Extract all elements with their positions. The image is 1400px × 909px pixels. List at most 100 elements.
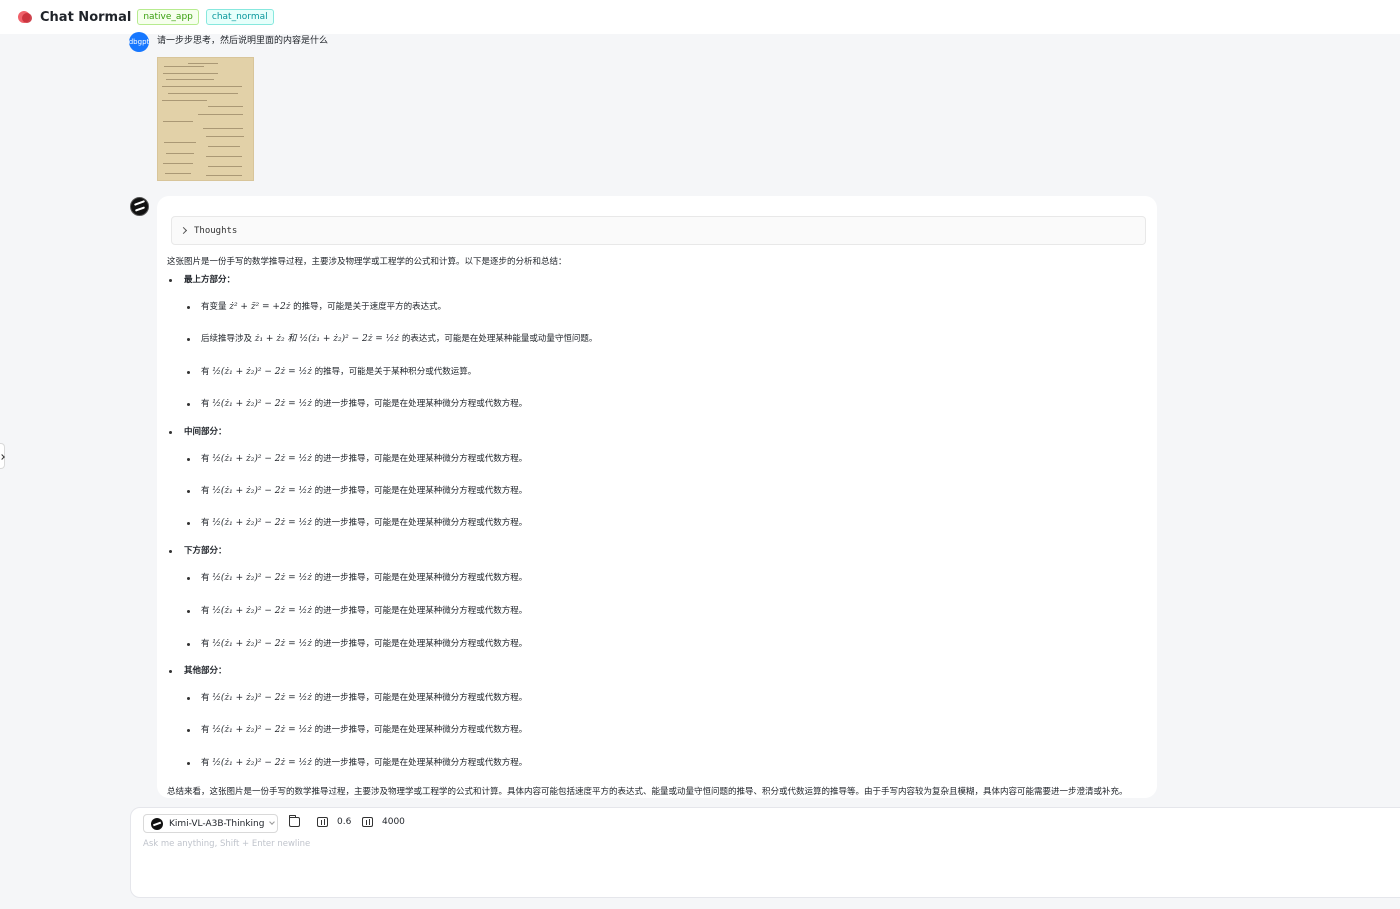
app-title: Chat Normal (40, 9, 132, 25)
bullet-icon (187, 522, 190, 525)
folder-upload-icon[interactable] (289, 815, 300, 827)
bullet-icon (169, 670, 172, 673)
math-formula: ½(ż₁ + ż₂)² − 2ż = ½ż (212, 573, 312, 583)
math-formula: ½(ż₁ + ż₂)² − 2ż = ½ż (212, 639, 312, 649)
math-formula: ½(ż₁ + ż₂)² − 2ż = ½ż (212, 606, 312, 616)
bullet-icon (187, 338, 190, 341)
math-formula: ½(ż₁ + ż₂)² − 2ż = ½ż (212, 399, 312, 409)
thoughts-toggle[interactable]: Thoughts (171, 216, 1146, 245)
chevron-down-icon (269, 819, 276, 825)
list-item: 有 ½(ż₁ + ż₂)² − 2ż = ½ż 的进一步推导，可能是在处理某种微… (201, 571, 527, 585)
tag-chat-normal: chat_normal (205, 9, 274, 25)
user-message-text: 请一步步思考，然后说明里面的内容是什么 (157, 36, 329, 46)
math-formula: ½(ż₁ + ż₂)² − 2ż = ½ż (212, 454, 312, 464)
list-item: 有 ½(ż₁ + ż₂)² − 2ż = ½ż 的进一步推导，可能是在处理某种微… (201, 397, 527, 411)
model-select[interactable]: Kimi-VL-A3B-Thinking (143, 814, 278, 833)
model-logo-icon (151, 817, 163, 830)
bullet-icon (187, 490, 190, 493)
bullet-icon (187, 762, 190, 765)
bullet-icon (169, 431, 172, 434)
chat-composer: Kimi-VL-A3B-Thinking 0.6 4000 Ask me any… (130, 807, 1400, 898)
answer-intro: 这张图片是一份手写的数学推导过程，主要涉及物理学或工程学的公式和计算。以下是逐步… (167, 257, 567, 267)
list-item: 有 ½(ż₁ + ż₂)² − 2ż = ½ż 的进一步推导，可能是在处理某种微… (201, 756, 527, 770)
item-text: 的进一步推导，可能是在处理某种微分方程或代数方程。 (311, 758, 528, 768)
bullet-icon (187, 458, 190, 461)
item-text: 有变量 (201, 302, 230, 312)
section-title: 最上方部分： (184, 275, 236, 285)
bullet-icon (187, 371, 190, 374)
item-text: 的进一步推导，可能是在处理某种微分方程或代数方程。 (311, 606, 528, 616)
assistant-avatar-icon (130, 197, 149, 216)
item-text: 后续推导涉及 (201, 334, 255, 344)
item-text: 有 (201, 693, 213, 703)
math-formula: ż² + z̈² = +2ż (229, 302, 291, 312)
item-text: 有 (201, 606, 213, 616)
item-text: 有 (201, 367, 213, 377)
sidebar-expand-handle[interactable] (0, 443, 5, 469)
item-text: 有 (201, 454, 213, 464)
item-text: 的表达式，可能是在处理某种能量或动量守恒问题。 (399, 334, 598, 344)
tag-native-app: native_app (137, 9, 199, 25)
list-item: 有变量 ż² + z̈² = +2ż 的推导，可能是关于速度平方的表达式。 (201, 300, 446, 314)
chevron-right-icon (179, 226, 188, 235)
item-text: 的进一步推导，可能是在处理某种微分方程或代数方程。 (311, 454, 528, 464)
item-text: 的进一步推导，可能是在处理某种微分方程或代数方程。 (311, 693, 528, 703)
bullet-icon (187, 697, 190, 700)
max-tokens-icon[interactable] (362, 817, 373, 827)
list-item: 有 ½(ż₁ + ż₂)² − 2ż = ½ż 的进一步推导，可能是在处理某种微… (201, 452, 527, 466)
math-formula: ż₁ + ż₂ 和 ½(ż₁ + ż₂)² − 2ż = ½ż (254, 334, 400, 344)
math-formula: ½(ż₁ + ż₂)² − 2ż = ½ż (212, 367, 312, 377)
item-text: 的进一步推导，可能是在处理某种微分方程或代数方程。 (311, 725, 528, 735)
math-formula: ½(ż₁ + ż₂)² − 2ż = ½ż (212, 518, 312, 528)
assistant-message-card: Thoughts 这张图片是一份手写的数学推导过程，主要涉及物理学或工程学的公式… (157, 196, 1157, 798)
temperature-value[interactable]: 0.6 (337, 817, 351, 827)
item-text: 的进一步推导，可能是在处理某种微分方程或代数方程。 (311, 639, 528, 649)
item-text: 有 (201, 725, 213, 735)
bullet-icon (187, 577, 190, 580)
list-item: 有 ½(ż₁ + ż₂)² − 2ż = ½ż 的推导，可能是关于某种积分或代数… (201, 365, 476, 379)
answer-summary: 总结来看，这张图片是一份手写的数学推导过程，主要涉及物理学或工程学的公式和计算。… (167, 787, 1128, 797)
bullet-icon (169, 279, 172, 282)
section-title: 中间部分： (184, 427, 227, 437)
list-item: 有 ½(ż₁ + ż₂)² − 2ż = ½ż 的进一步推导，可能是在处理某种微… (201, 604, 527, 618)
item-text: 有 (201, 486, 213, 496)
math-formula: ½(ż₁ + ż₂)² − 2ż = ½ż (212, 486, 312, 496)
item-text: 的进一步推导，可能是在处理某种微分方程或代数方程。 (311, 518, 528, 528)
item-text: 的推导，可能是关于速度平方的表达式。 (290, 302, 447, 312)
list-item: 有 ½(ż₁ + ż₂)² − 2ż = ½ż 的进一步推导，可能是在处理某种微… (201, 723, 527, 737)
attached-handwriting-image[interactable] (157, 57, 254, 181)
section-title: 其他部分： (184, 666, 227, 676)
list-item: 有 ½(ż₁ + ż₂)² − 2ż = ½ż 的进一步推导，可能是在处理某种微… (201, 516, 527, 530)
item-text: 的进一步推导，可能是在处理某种微分方程或代数方程。 (311, 486, 528, 496)
math-formula: ½(ż₁ + ż₂)² − 2ż = ½ż (212, 725, 312, 735)
list-item: 有 ½(ż₁ + ż₂)² − 2ż = ½ż 的进一步推导，可能是在处理某种微… (201, 637, 527, 651)
app-header: Chat Normal native_app chat_normal (0, 0, 1400, 34)
model-name: Kimi-VL-A3B-Thinking (169, 818, 265, 829)
bullet-icon (187, 403, 190, 406)
item-text: 有 (201, 399, 213, 409)
bullet-icon (187, 729, 190, 732)
list-item: 有 ½(ż₁ + ż₂)² − 2ż = ½ż 的进一步推导，可能是在处理某种微… (201, 484, 527, 498)
item-text: 有 (201, 518, 213, 528)
item-text: 的进一步推导，可能是在处理某种微分方程或代数方程。 (311, 573, 528, 583)
list-item: 后续推导涉及 ż₁ + ż₂ 和 ½(ż₁ + ż₂)² − 2ż = ½ż 的… (201, 332, 597, 346)
chat-input[interactable]: Ask me anything, Shift + Enter newline (143, 839, 310, 849)
math-formula: ½(ż₁ + ż₂)² − 2ż = ½ż (212, 758, 312, 768)
item-text: 有 (201, 573, 213, 583)
math-formula: ½(ż₁ + ż₂)² − 2ż = ½ż (212, 693, 312, 703)
bullet-icon (187, 643, 190, 646)
user-avatar: dbgpt (129, 32, 149, 52)
app-logo-icon (16, 8, 34, 26)
item-text: 的推导，可能是关于某种积分或代数运算。 (311, 367, 477, 377)
section-title: 下方部分： (184, 546, 227, 556)
bullet-icon (187, 306, 190, 309)
thoughts-label: Thoughts (194, 225, 238, 236)
item-text: 有 (201, 639, 213, 649)
max-tokens-value[interactable]: 4000 (382, 817, 405, 827)
bullet-icon (169, 550, 172, 553)
item-text: 有 (201, 758, 213, 768)
bullet-icon (187, 610, 190, 613)
temperature-icon[interactable] (317, 817, 328, 827)
list-item: 有 ½(ż₁ + ż₂)² − 2ż = ½ż 的进一步推导，可能是在处理某种微… (201, 691, 527, 705)
item-text: 的进一步推导，可能是在处理某种微分方程或代数方程。 (311, 399, 528, 409)
